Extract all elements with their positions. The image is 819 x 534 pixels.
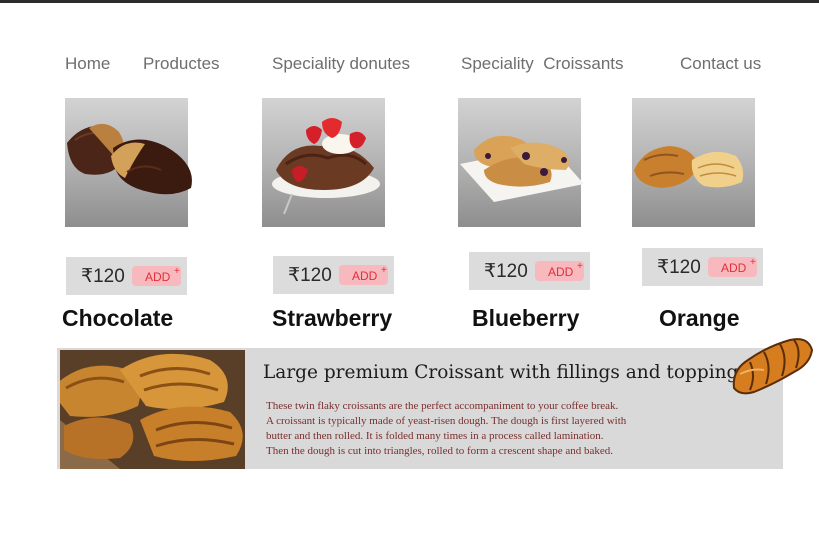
promo-description-line: butter and then rolled. It is folded man… [266, 430, 604, 442]
product-name-blueberry: Blueberry [472, 305, 580, 331]
add-to-cart-button-chocolate[interactable]: ADD + [132, 266, 181, 286]
blueberry-croissant-icon [460, 135, 584, 202]
promo-croissant-photo [60, 350, 245, 469]
price-label: ₹120 [288, 265, 332, 286]
price-label: ₹120 [81, 266, 125, 287]
plus-icon: + [577, 261, 583, 272]
add-button-label: ADD [352, 269, 378, 283]
promo-description-line: These twin flaky croissants are the perf… [266, 400, 619, 412]
product-image-blueberry[interactable] [458, 98, 584, 227]
add-to-cart-button-blueberry[interactable]: ADD + [535, 261, 584, 281]
price-box-orange: ₹120 ADD + [642, 248, 763, 286]
top-border [0, 0, 819, 3]
price-box-strawberry: ₹120 ADD + [273, 256, 394, 294]
add-button-label: ADD [721, 261, 747, 275]
price-box-blueberry: ₹120 ADD + [469, 252, 590, 290]
product-image-strawberry[interactable] [262, 98, 385, 227]
product-name-chocolate: Chocolate [62, 305, 174, 331]
orange-croissant-icon [634, 146, 744, 188]
nav-products-link[interactable]: Productes [143, 54, 220, 74]
promo-banner: Large premium Croissant with fillings an… [57, 348, 783, 469]
nav-home-link[interactable]: Home [65, 54, 110, 74]
add-to-cart-button-orange[interactable]: ADD + [708, 257, 757, 277]
promo-description: These twin flaky croissants are the perf… [266, 399, 716, 459]
promo-description-line: A croissant is typically made of yeast-r… [266, 415, 627, 427]
price-label: ₹120 [657, 257, 701, 278]
nav-contact-link[interactable]: Contact us [680, 54, 761, 74]
add-button-label: ADD [548, 265, 574, 279]
plus-icon: + [174, 266, 180, 277]
price-label: ₹120 [484, 261, 528, 282]
chocolate-croissant-icon [67, 123, 192, 195]
croissant-icon [730, 330, 814, 400]
promo-description-line: Then the dough is cut into triangles, ro… [266, 445, 614, 457]
nav-speciality-donuts-link[interactable]: Speciality donutes [272, 54, 410, 74]
promo-title: Large premium Croissant with fillings an… [263, 362, 748, 383]
plus-icon: + [381, 265, 387, 276]
product-name-strawberry: Strawberry [272, 305, 393, 331]
add-to-cart-button-strawberry[interactable]: ADD + [339, 265, 388, 285]
strawberry-croissant-icon [272, 118, 380, 215]
add-button-label: ADD [145, 270, 171, 284]
product-image-orange[interactable] [632, 98, 755, 227]
nav-speciality-croissants-link[interactable]: Speciality Croissants [461, 54, 624, 74]
product-name-orange: Orange [659, 305, 740, 331]
price-box-chocolate: ₹120 ADD + [66, 257, 187, 295]
plus-icon: + [750, 257, 756, 268]
product-image-chocolate[interactable] [65, 98, 192, 227]
